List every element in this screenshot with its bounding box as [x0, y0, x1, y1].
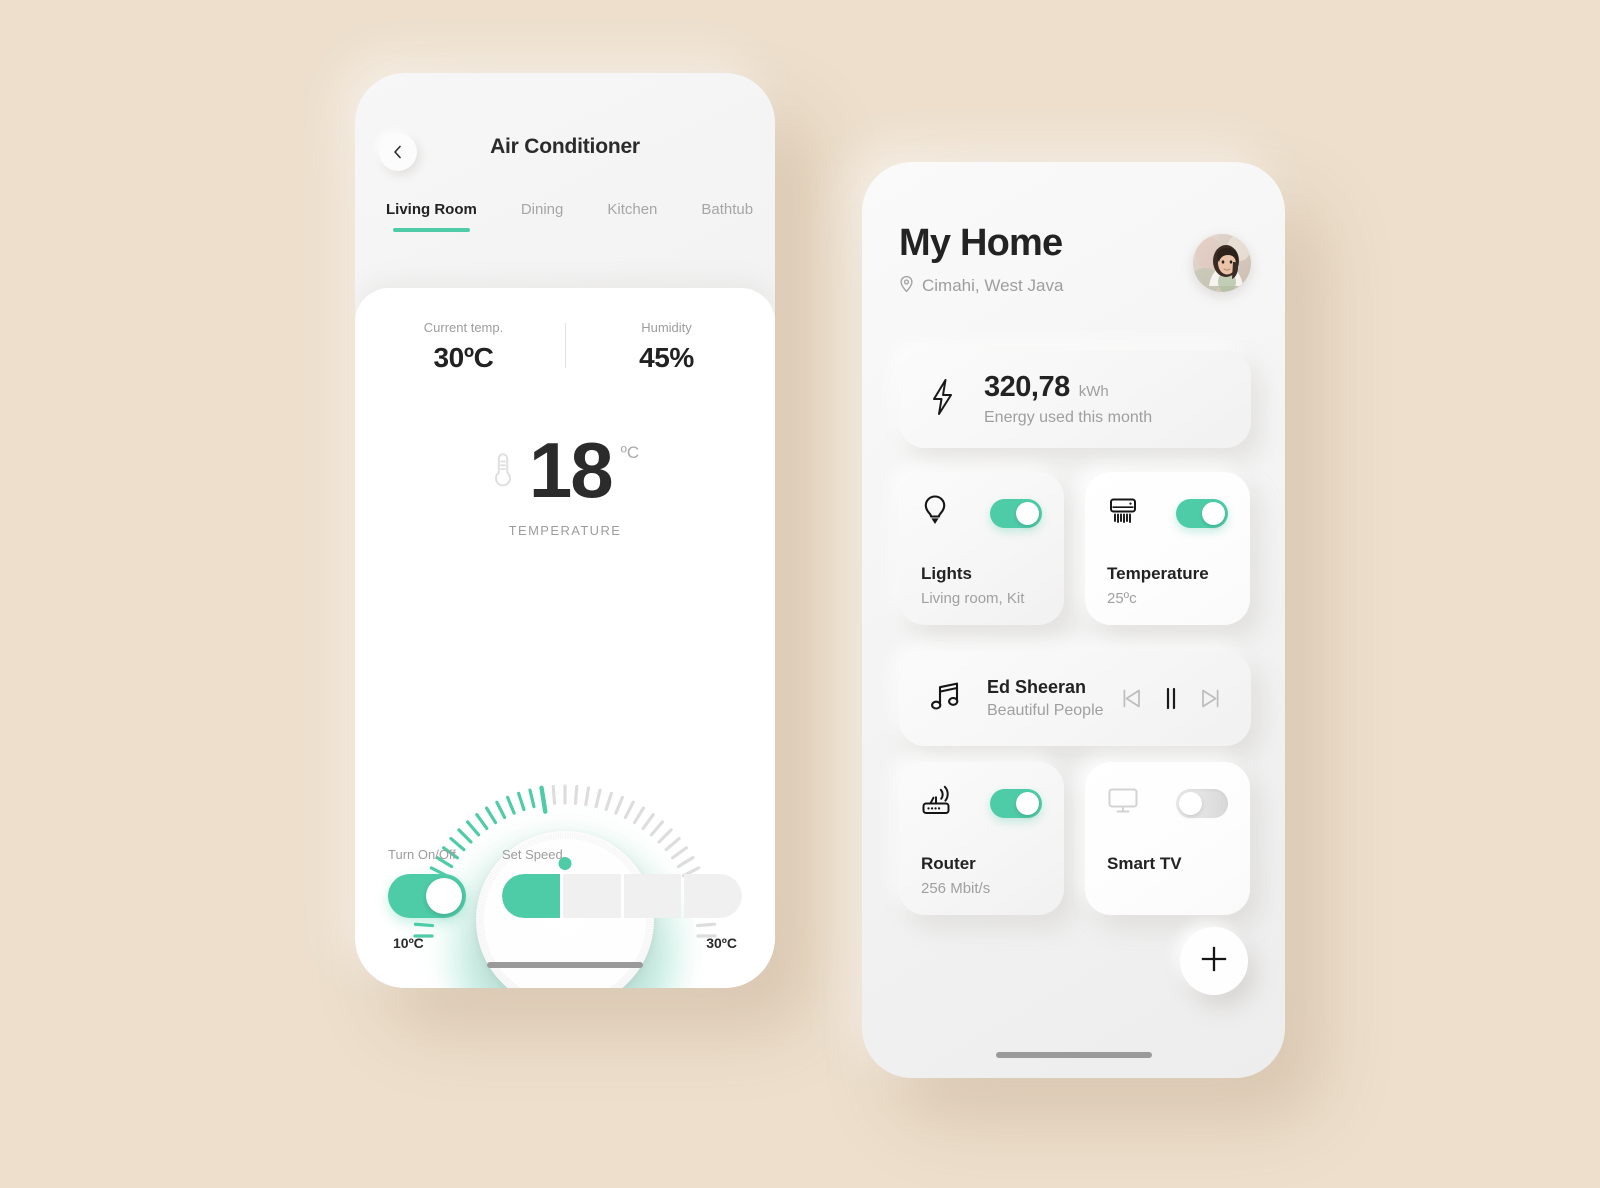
music-player-card[interactable]: Ed Sheeran Beautiful People	[899, 651, 1251, 746]
temperature-value: 18	[528, 426, 614, 514]
temperature-toggle[interactable]	[1176, 498, 1228, 528]
humidity-stat: Humidity 45%	[591, 320, 743, 374]
dial-min-label: 10ºC	[393, 935, 424, 951]
router-icon	[921, 785, 955, 822]
home-location-text: Cimahi, West Java	[922, 276, 1064, 296]
home-header-text: My Home Cimahi, West Java	[899, 222, 1063, 298]
energy-subtitle: Energy used this month	[984, 409, 1153, 426]
power-toggle-knob	[426, 878, 462, 914]
temperature-card-detail: 25ºc	[1107, 590, 1137, 607]
speed-control: Set Speed	[502, 847, 742, 918]
speed-selector[interactable]	[502, 874, 742, 918]
power-label: Turn On/Off	[388, 847, 456, 862]
temperature-toggle-knob	[1202, 501, 1225, 525]
device-card-temperature[interactable]: Temperature 25ºc	[1085, 472, 1250, 625]
speed-segment-1[interactable]	[502, 874, 560, 918]
tab-kitchen[interactable]: Kitchen	[607, 201, 657, 232]
home-header: My Home Cimahi, West Java	[899, 222, 1251, 298]
ac-content-panel: Current temp. 30ºC Humidity 45% 18 ºC TE…	[355, 288, 775, 988]
music-track: Beautiful People	[987, 702, 1104, 719]
humidity-value: 45%	[639, 342, 694, 373]
speed-label: Set Speed	[502, 847, 563, 862]
router-toggle[interactable]	[990, 788, 1042, 818]
avatar[interactable]	[1193, 234, 1251, 292]
current-temp-value: 30ºC	[433, 342, 494, 373]
map-pin-icon	[899, 275, 914, 298]
temperature-card-title: Temperature	[1107, 564, 1209, 583]
device-card-smart-tv[interactable]: Smart TV	[1085, 762, 1250, 915]
speed-segment-4[interactable]	[684, 874, 742, 918]
light-bulb-icon	[921, 494, 949, 533]
air-conditioner-phone-screen: Air Conditioner Living Room Dining Kitch…	[355, 73, 775, 988]
lights-detail: Living room, Kit	[921, 590, 1025, 607]
tab-living-room[interactable]: Living Room	[386, 201, 477, 232]
router-toggle-knob	[1016, 791, 1039, 815]
music-controls	[1119, 686, 1223, 711]
device-card-lights[interactable]: Lights Living room, Kit	[899, 472, 1064, 625]
plus-icon	[1200, 945, 1228, 978]
speed-segment-2[interactable]	[562, 874, 621, 918]
music-artist: Ed Sheeran	[987, 677, 1087, 697]
temperature-unit: ºC	[620, 443, 640, 462]
energy-unit: kWh	[1078, 383, 1109, 400]
router-detail: 256 Mbit/s	[921, 880, 991, 897]
thermometer-icon	[491, 451, 515, 496]
music-metadata: Ed Sheeran Beautiful People	[987, 677, 1119, 720]
air-conditioner-icon	[1107, 495, 1139, 532]
music-note-icon	[929, 679, 961, 718]
smart-tv-title: Smart TV	[1107, 854, 1182, 873]
power-toggle[interactable]	[388, 874, 466, 918]
humidity-label: Humidity	[641, 320, 692, 335]
tab-bathtub[interactable]: Bathtub	[701, 201, 753, 232]
avatar-image	[1193, 234, 1251, 292]
home-indicator[interactable]	[995, 1052, 1152, 1058]
ac-controls: Turn On/Off Set Speed	[388, 847, 742, 918]
lights-toggle[interactable]	[990, 498, 1042, 528]
skip-next-icon[interactable]	[1198, 686, 1223, 711]
tab-dining[interactable]: Dining	[521, 201, 564, 232]
smart-tv-toggle-knob	[1179, 791, 1202, 815]
energy-value: 320,78	[984, 371, 1070, 403]
stats-divider	[564, 323, 566, 368]
energy-text: 320,78 kWh Energy used this month	[984, 371, 1152, 427]
energy-card[interactable]: 320,78 kWh Energy used this month	[899, 350, 1251, 448]
ac-stats-row: Current temp. 30ºC Humidity 45%	[355, 320, 775, 374]
power-control: Turn On/Off	[388, 847, 466, 918]
home-location: Cimahi, West Java	[899, 275, 1063, 298]
tv-icon	[1107, 786, 1139, 821]
target-temperature-display: 18 ºC TEMPERATURE	[355, 426, 775, 539]
smart-tv-toggle[interactable]	[1176, 788, 1228, 818]
room-tabs: Living Room Dining Kitchen Bathtub	[386, 201, 761, 232]
ac-top-bar: Air Conditioner Living Room Dining Kitch…	[355, 73, 775, 288]
home-page-title: My Home	[899, 222, 1063, 264]
router-title: Router	[921, 854, 976, 873]
my-home-phone-screen: My Home Cimahi, West Java 320,78 kWh Ene…	[862, 162, 1285, 1078]
temperature-caption: TEMPERATURE	[508, 523, 622, 539]
home-indicator[interactable]	[487, 962, 643, 968]
current-temp-stat: Current temp. 30ºC	[388, 320, 540, 374]
skip-previous-icon[interactable]	[1119, 686, 1144, 711]
lightning-bolt-icon	[929, 378, 956, 421]
current-temp-label: Current temp.	[423, 320, 504, 335]
lights-toggle-knob	[1016, 501, 1039, 525]
add-device-button[interactable]	[1180, 927, 1248, 995]
page-title: Air Conditioner	[490, 135, 640, 158]
pause-icon[interactable]	[1161, 686, 1181, 711]
device-card-router[interactable]: Router 256 Mbit/s	[899, 762, 1064, 915]
dial-max-label: 30ºC	[706, 935, 737, 951]
speed-segment-3[interactable]	[623, 874, 682, 918]
lights-title: Lights	[921, 564, 972, 583]
